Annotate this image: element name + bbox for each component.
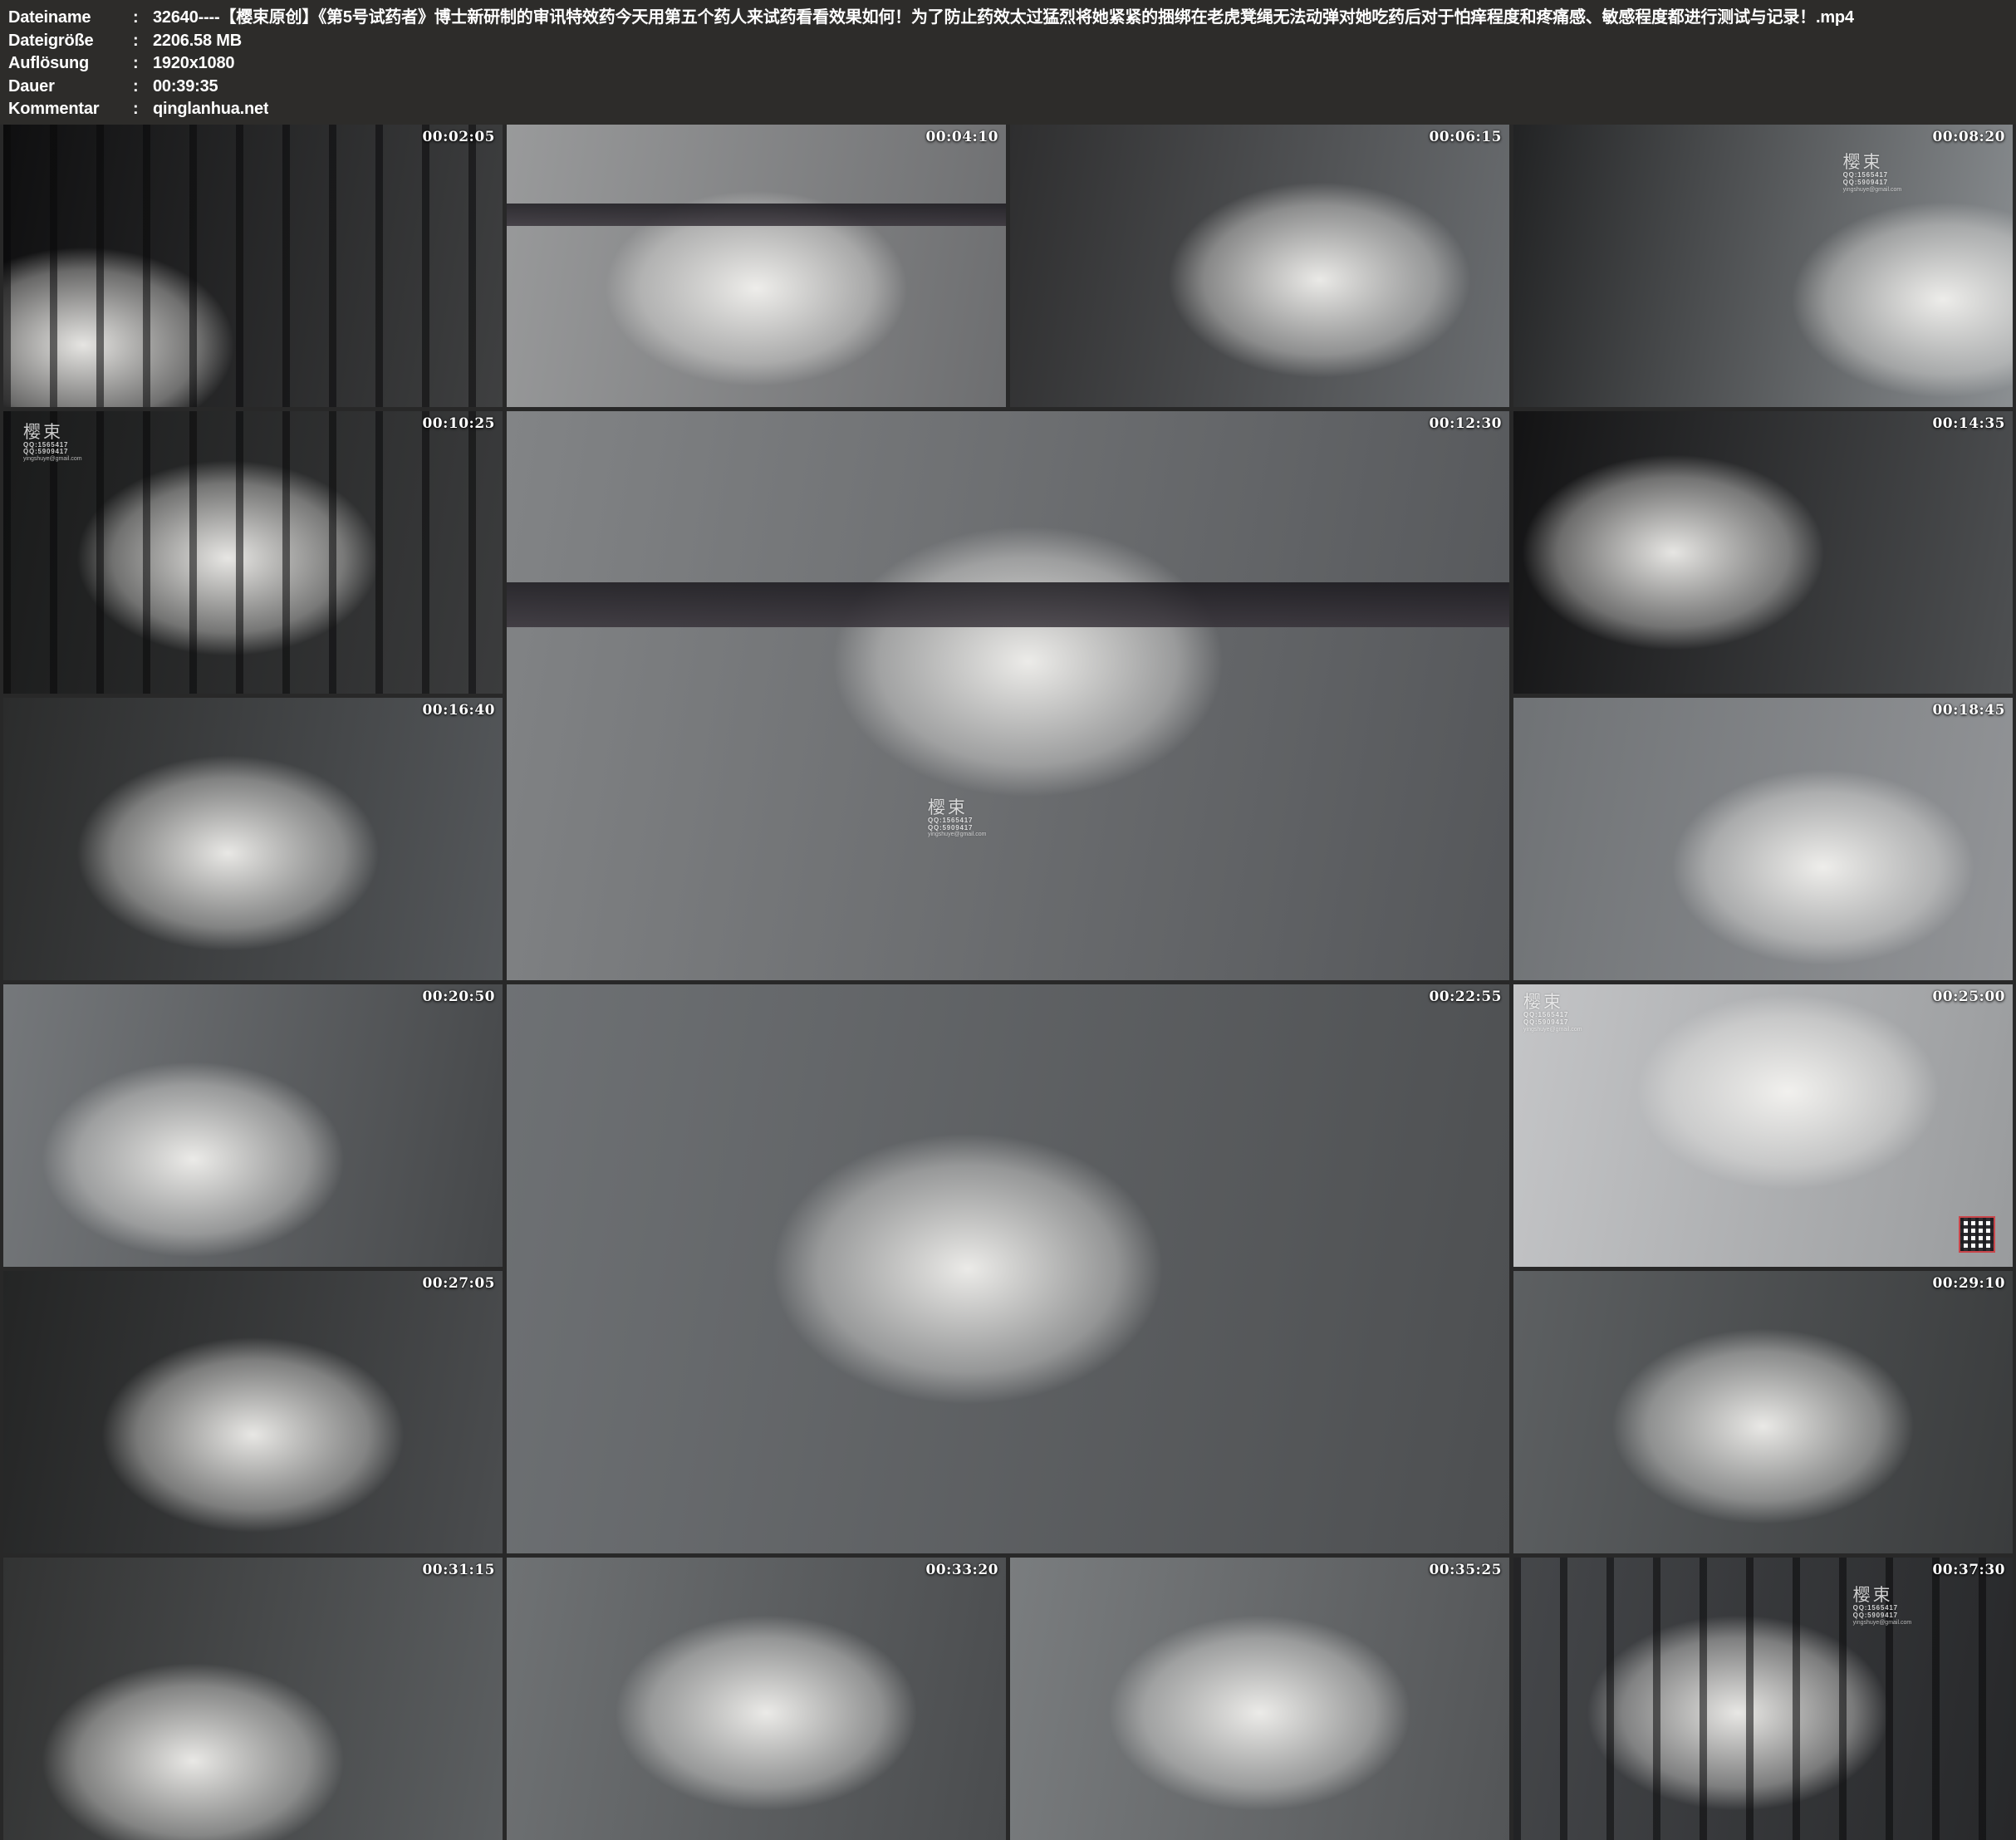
qr-code-watermark: [1959, 1216, 1995, 1253]
watermark-brand-text: 樱束: [1523, 993, 1582, 1012]
timestamp-badge: 00:10:25: [422, 415, 495, 432]
timestamp-badge: 00:16:40: [422, 702, 495, 719]
file-info-panel: Dateiname : 32640----【樱束原创】《第5号试药者》博士新研制…: [0, 0, 2016, 125]
timestamp-badge: 00:37:30: [1932, 1562, 2005, 1578]
watermark-email: yingshuye@gmail.com: [1843, 187, 1902, 194]
watermark-brand-text: 樱束: [23, 423, 82, 442]
file-info-separator: :: [133, 98, 153, 121]
file-info-label: Dateiname: [8, 7, 133, 30]
video-thumbnail: 00:31:15: [3, 1558, 503, 1840]
video-thumbnail: 00:06:15: [1010, 125, 1509, 407]
watermark-email: yingshuye@gmail.com: [928, 832, 987, 838]
video-thumbnail: 00:22:55: [507, 984, 1509, 1553]
timestamp-badge: 00:14:35: [1932, 415, 2005, 432]
timestamp-badge: 00:08:20: [1932, 129, 2005, 145]
timestamp-badge: 00:12:30: [1429, 415, 1502, 432]
video-thumbnail: 樱束 QQ:1565417 QQ:5909417 yingshuye@gmail…: [3, 411, 503, 694]
contact-sheet: Dateiname : 32640----【樱束原创】《第5号试药者》博士新研制…: [0, 0, 2016, 1833]
video-thumbnail: 00:16:40: [3, 698, 503, 980]
timestamp-badge: 00:31:15: [422, 1562, 495, 1578]
timestamp-badge: 00:33:20: [925, 1562, 998, 1578]
crossbar-placeholder: [507, 204, 1006, 226]
video-thumbnail: 00:20:50: [3, 984, 503, 1267]
file-info-label: Kommentar: [8, 98, 133, 121]
filesize-value: 2206.58 MB: [153, 30, 242, 53]
prison-bars-overlay: [1513, 1558, 2013, 1840]
file-info-label: Dateigröße: [8, 30, 133, 53]
file-info-label: Auflösung: [8, 52, 133, 76]
brand-watermark: 樱束 QQ:1565417 QQ:5909417 yingshuye@gmail…: [23, 423, 82, 463]
brand-watermark: 樱束 QQ:1565417 QQ:5909417 yingshuye@gmail…: [1523, 993, 1582, 1033]
brand-watermark: 樱束 QQ:1565417 QQ:5909417 yingshuye@gmail…: [928, 798, 987, 838]
watermark-email: yingshuye@gmail.com: [1523, 1027, 1582, 1033]
video-thumbnail: 00:18:45: [1513, 698, 2013, 980]
video-thumbnail: 樱束 QQ:1565417 QQ:5909417 yingshuye@gmail…: [1513, 984, 2013, 1267]
brand-watermark: 樱束 QQ:1565417 QQ:5909417 yingshuye@gmail…: [1853, 1586, 1912, 1626]
video-thumbnail: 00:02:05: [3, 125, 503, 407]
timestamp-badge: 00:25:00: [1932, 989, 2005, 1005]
file-info-label: Dauer: [8, 76, 133, 99]
file-info-row-duration: Dauer : 00:39:35: [8, 76, 2016, 99]
video-thumbnail: 00:27:05: [3, 1271, 503, 1553]
watermark-qq2: QQ:5909417: [1853, 1612, 1912, 1620]
timestamp-badge: 00:27:05: [422, 1275, 495, 1292]
timestamp-badge: 00:04:10: [925, 129, 998, 145]
file-info-row-filesize: Dateigröße : 2206.58 MB: [8, 30, 2016, 53]
watermark-email: yingshuye@gmail.com: [1853, 1620, 1912, 1627]
brand-watermark: 樱束 QQ:1565417 QQ:5909417 yingshuye@gmail…: [1843, 153, 1902, 193]
prison-bars-overlay: [3, 125, 503, 407]
watermark-qq2: QQ:5909417: [1523, 1019, 1582, 1027]
video-thumbnail: 樱束 QQ:1565417 QQ:5909417 yingshuye@gmail…: [507, 411, 1509, 980]
filename-value: 32640----【樱束原创】《第5号试药者》博士新研制的审讯特效药今天用第五个…: [153, 7, 1854, 30]
resolution-value: 1920x1080: [153, 52, 234, 76]
video-thumbnail: 00:29:10: [1513, 1271, 2013, 1553]
video-thumbnail: 樱束 QQ:1565417 QQ:5909417 yingshuye@gmail…: [1513, 1558, 2013, 1840]
video-thumbnail: 00:14:35: [1513, 411, 2013, 694]
timestamp-badge: 00:02:05: [422, 129, 495, 145]
timestamp-badge: 00:22:55: [1429, 989, 1502, 1005]
timestamp-badge: 00:20:50: [422, 989, 495, 1005]
watermark-qq2: QQ:5909417: [23, 449, 82, 456]
file-info-row-filename: Dateiname : 32640----【樱束原创】《第5号试药者》博士新研制…: [8, 7, 2016, 30]
file-info-row-comment: Kommentar : qinglanhua.net: [8, 98, 2016, 121]
file-info-separator: :: [133, 52, 153, 76]
watermark-email: yingshuye@gmail.com: [23, 456, 82, 463]
file-info-row-resolution: Auflösung : 1920x1080: [8, 52, 2016, 76]
comment-value: qinglanhua.net: [153, 98, 268, 121]
timestamp-badge: 00:06:15: [1429, 129, 1502, 145]
video-thumbnail: 00:33:20: [507, 1558, 1006, 1840]
file-info-separator: :: [133, 76, 153, 99]
thumbnail-grid: 00:02:05 00:04:10 00:06:15 樱束 QQ:1565417…: [0, 125, 2016, 1840]
timestamp-badge: 00:29:10: [1932, 1275, 2005, 1292]
video-thumbnail: 樱束 QQ:1565417 QQ:5909417 yingshuye@gmail…: [1513, 125, 2013, 407]
timestamp-badge: 00:18:45: [1932, 702, 2005, 719]
file-info-separator: :: [133, 7, 153, 30]
duration-value: 00:39:35: [153, 76, 218, 99]
timestamp-badge: 00:35:25: [1429, 1562, 1502, 1578]
video-thumbnail: 00:35:25: [1010, 1558, 1509, 1840]
watermark-qq2: QQ:5909417: [1843, 179, 1902, 187]
watermark-brand-text: 樱束: [928, 798, 987, 817]
video-thumbnail: 00:04:10: [507, 125, 1006, 407]
crossbar-placeholder: [507, 582, 1509, 628]
watermark-brand-text: 樱束: [1843, 153, 1902, 172]
watermark-brand-text: 樱束: [1853, 1586, 1912, 1605]
file-info-separator: :: [133, 30, 153, 53]
